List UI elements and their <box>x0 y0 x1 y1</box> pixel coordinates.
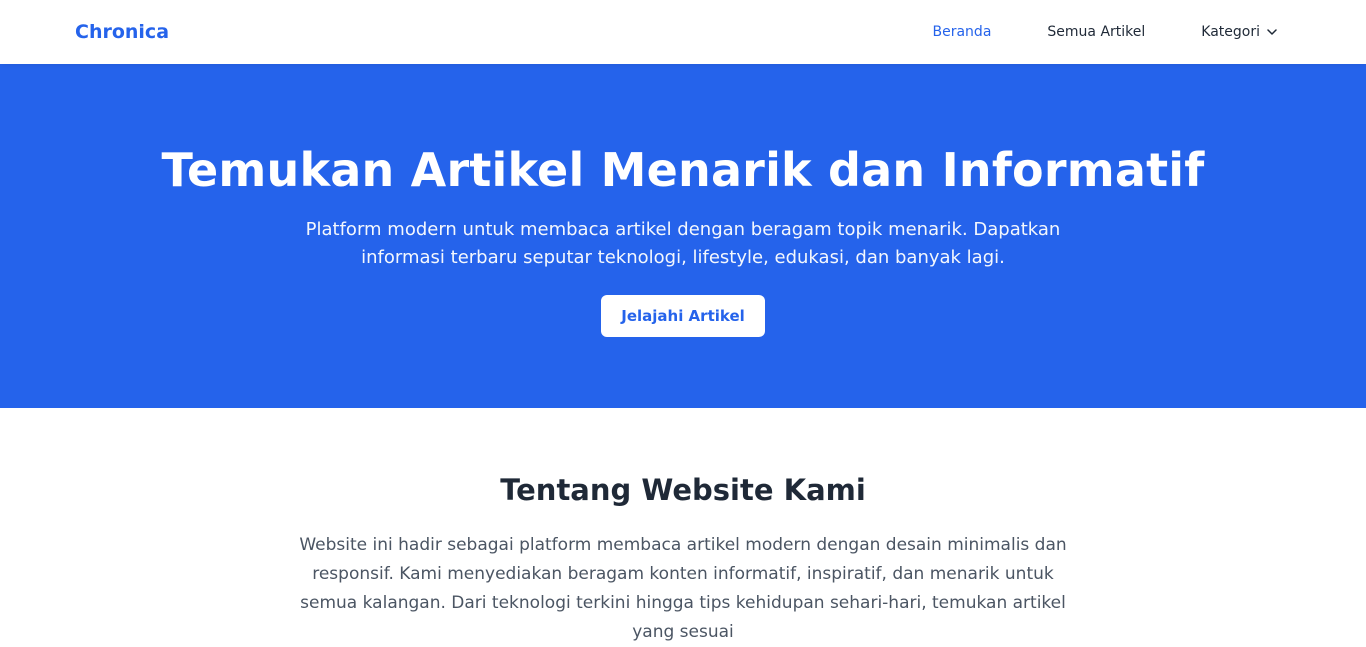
about-title: Tentang Website Kami <box>500 473 866 507</box>
explore-articles-button[interactable]: Jelajahi Artikel <box>601 295 765 337</box>
nav-link-semua-artikel[interactable]: Semua Artikel <box>1047 24 1145 40</box>
nav-link-beranda[interactable]: Beranda <box>933 24 992 40</box>
nav-link-kategori-label: Kategori <box>1201 24 1260 40</box>
about-text: Website ini hadir sebagai platform memba… <box>299 535 1067 642</box>
hero-section: Temukan Artikel Menarik dan Informatif P… <box>0 64 1366 408</box>
hero-title: Temukan Artikel Menarik dan Informatif <box>161 143 1205 197</box>
nav-links: Beranda Semua Artikel Kategori <box>933 0 1279 64</box>
brand-logo[interactable]: Chronica <box>75 20 169 44</box>
chevron-down-icon <box>1267 29 1277 35</box>
navbar: Chronica Beranda Semua Artikel Kategori <box>0 0 1366 64</box>
hero-subtitle: Platform modern untuk membaca artikel de… <box>305 219 1061 268</box>
nav-link-kategori[interactable]: Kategori <box>1201 24 1278 40</box>
